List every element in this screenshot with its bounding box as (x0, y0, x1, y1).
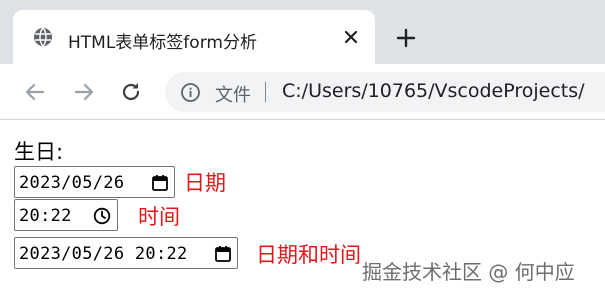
security-label: 文件 (215, 85, 251, 106)
reload-icon[interactable] (119, 80, 143, 104)
tab-strip: HTML表单标签form分析 (0, 0, 605, 64)
birthday-label: 生日: (14, 140, 64, 164)
date-input-value: 2023/05/26 (19, 173, 125, 193)
address-bar[interactable]: 文件 C:/Users/10765/VscodeProjects/ (165, 72, 605, 112)
close-icon[interactable] (341, 27, 361, 47)
datetime-caption: 日期和时间 (256, 243, 361, 267)
clock-icon[interactable] (93, 207, 111, 225)
calendar-icon[interactable] (151, 174, 169, 192)
calendar-icon[interactable] (214, 245, 232, 263)
time-caption: 时间 (138, 205, 180, 229)
back-arrow-icon[interactable] (23, 80, 47, 104)
datetime-input[interactable]: 2023/05/26 20:22 (14, 237, 238, 269)
info-icon[interactable] (180, 82, 201, 103)
time-input-value: 20:22 (19, 206, 72, 226)
tab-title: HTML表单标签form分析 (68, 33, 257, 53)
address-separator (265, 82, 266, 102)
time-input[interactable]: 20:22 (14, 199, 118, 231)
plus-icon[interactable] (395, 27, 417, 49)
browser-tab[interactable]: HTML表单标签form分析 (13, 10, 375, 64)
url-text[interactable]: C:/Users/10765/VscodeProjects/ (282, 80, 585, 102)
browser-toolbar: 文件 C:/Users/10765/VscodeProjects/ (0, 64, 605, 120)
forward-arrow-icon[interactable] (72, 80, 96, 104)
globe-icon (33, 27, 53, 47)
datetime-input-value: 2023/05/26 20:22 (19, 244, 188, 264)
watermark: 掘金技术社区 @ 何中应 (362, 260, 575, 284)
date-caption: 日期 (184, 171, 226, 195)
date-input[interactable]: 2023/05/26 (14, 166, 175, 198)
